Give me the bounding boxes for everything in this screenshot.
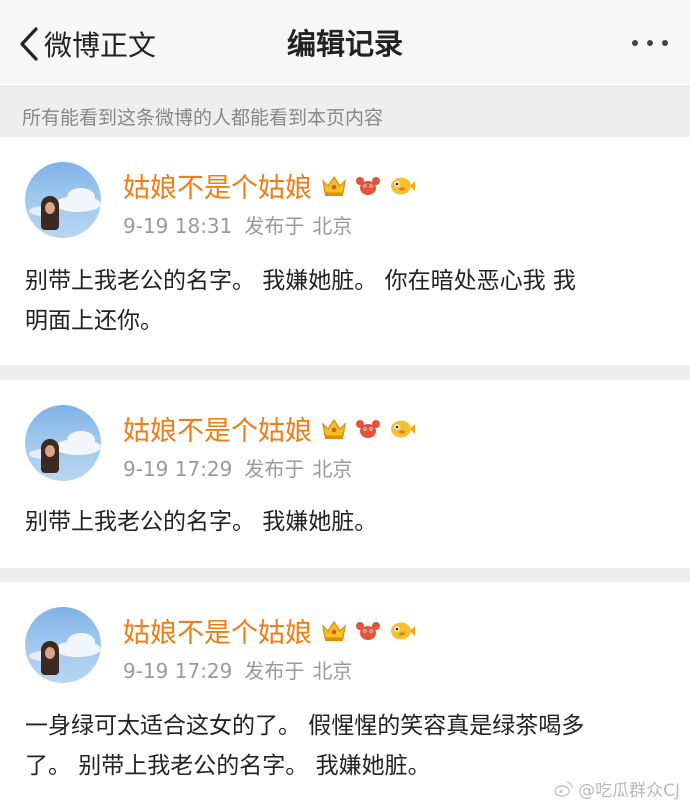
more-dot-icon — [647, 40, 653, 46]
post-meta: 9-19 17:29 发布于 北京 — [123, 453, 352, 482]
content-line: 一身绿可太适合这女的了。 假惺惺的笑容真是绿茶喝多 — [25, 713, 585, 739]
badge-group — [320, 173, 416, 199]
published-label: 发布于 — [244, 659, 305, 683]
edit-record-card: 姑娘不是个姑娘 — [0, 137, 690, 365]
content-line: 别带上我老公的名字。 我嫌她脏。 你在暗处恶心我 我 — [25, 268, 576, 294]
content-line: 别带上我老公的名字。 我嫌她脏。 — [25, 509, 378, 535]
more-button[interactable] — [632, 40, 668, 46]
crown-icon[interactable] — [320, 618, 348, 644]
content-line: 明面上还你。 — [25, 308, 163, 334]
post-time: 9-19 17:29 — [123, 659, 233, 683]
avatar[interactable] — [25, 607, 101, 683]
post-time: 9-19 17:29 — [123, 457, 233, 481]
post-location: 北京 — [312, 457, 353, 481]
user-row: 姑娘不是个姑娘 — [123, 611, 416, 650]
avatar[interactable] — [25, 405, 101, 481]
back-button[interactable]: 微博正文 — [18, 22, 156, 66]
weibo-logo-icon — [554, 780, 573, 797]
pufferfish-icon[interactable] — [388, 618, 416, 644]
crown-icon[interactable] — [320, 173, 348, 199]
visibility-notice: 所有能看到这条微博的人都能看到本页内容 — [22, 107, 384, 129]
username[interactable]: 姑娘不是个姑娘 — [123, 611, 312, 650]
user-row: 姑娘不是个姑娘 — [123, 409, 416, 448]
watermark-text: @吃瓜群众CJ — [578, 781, 680, 801]
published-label: 发布于 — [244, 214, 305, 238]
page: 微博正文 编辑记录 所有能看到这条微博的人都能看到本页内容 姑娘不是个姑娘 9-… — [0, 0, 690, 807]
edit-record-card: 姑娘不是个姑娘 — [0, 582, 690, 807]
back-label: 微博正文 — [44, 29, 157, 62]
more-dot-icon — [662, 40, 668, 46]
nav-bar: 微博正文 编辑记录 — [0, 0, 690, 87]
post-time: 9-19 18:31 — [123, 214, 233, 238]
badge-group — [320, 416, 416, 442]
lobster-icon[interactable] — [354, 173, 382, 199]
post-location: 北京 — [312, 659, 353, 683]
published-label: 发布于 — [244, 457, 305, 481]
post-content: 别带上我老公的名字。 我嫌她脏。 你在暗处恶心我 我 明面上还你。 — [25, 261, 668, 341]
pufferfish-icon[interactable] — [388, 173, 416, 199]
more-dot-icon — [632, 40, 638, 46]
username[interactable]: 姑娘不是个姑娘 — [123, 166, 312, 205]
watermark: @吃瓜群众CJ — [554, 776, 680, 801]
lobster-icon[interactable] — [354, 618, 382, 644]
post-meta: 9-19 18:31 发布于 北京 — [123, 210, 352, 239]
chevron-left-icon — [20, 27, 38, 61]
edit-record-card: 姑娘不是个姑娘 — [0, 380, 690, 568]
user-row: 姑娘不是个姑娘 — [123, 166, 416, 205]
post-meta: 9-19 17:29 发布于 北京 — [123, 655, 352, 684]
lobster-icon[interactable] — [354, 416, 382, 442]
post-content: 一身绿可太适合这女的了。 假惺惺的笑容真是绿茶喝多 了。 别带上我老公的名字。 … — [25, 706, 668, 786]
pufferfish-icon[interactable] — [388, 416, 416, 442]
post-location: 北京 — [312, 214, 353, 238]
post-content: 别带上我老公的名字。 我嫌她脏。 — [25, 502, 668, 542]
badge-group — [320, 618, 416, 644]
crown-icon[interactable] — [320, 416, 348, 442]
username[interactable]: 姑娘不是个姑娘 — [123, 409, 312, 448]
avatar[interactable] — [25, 162, 101, 238]
